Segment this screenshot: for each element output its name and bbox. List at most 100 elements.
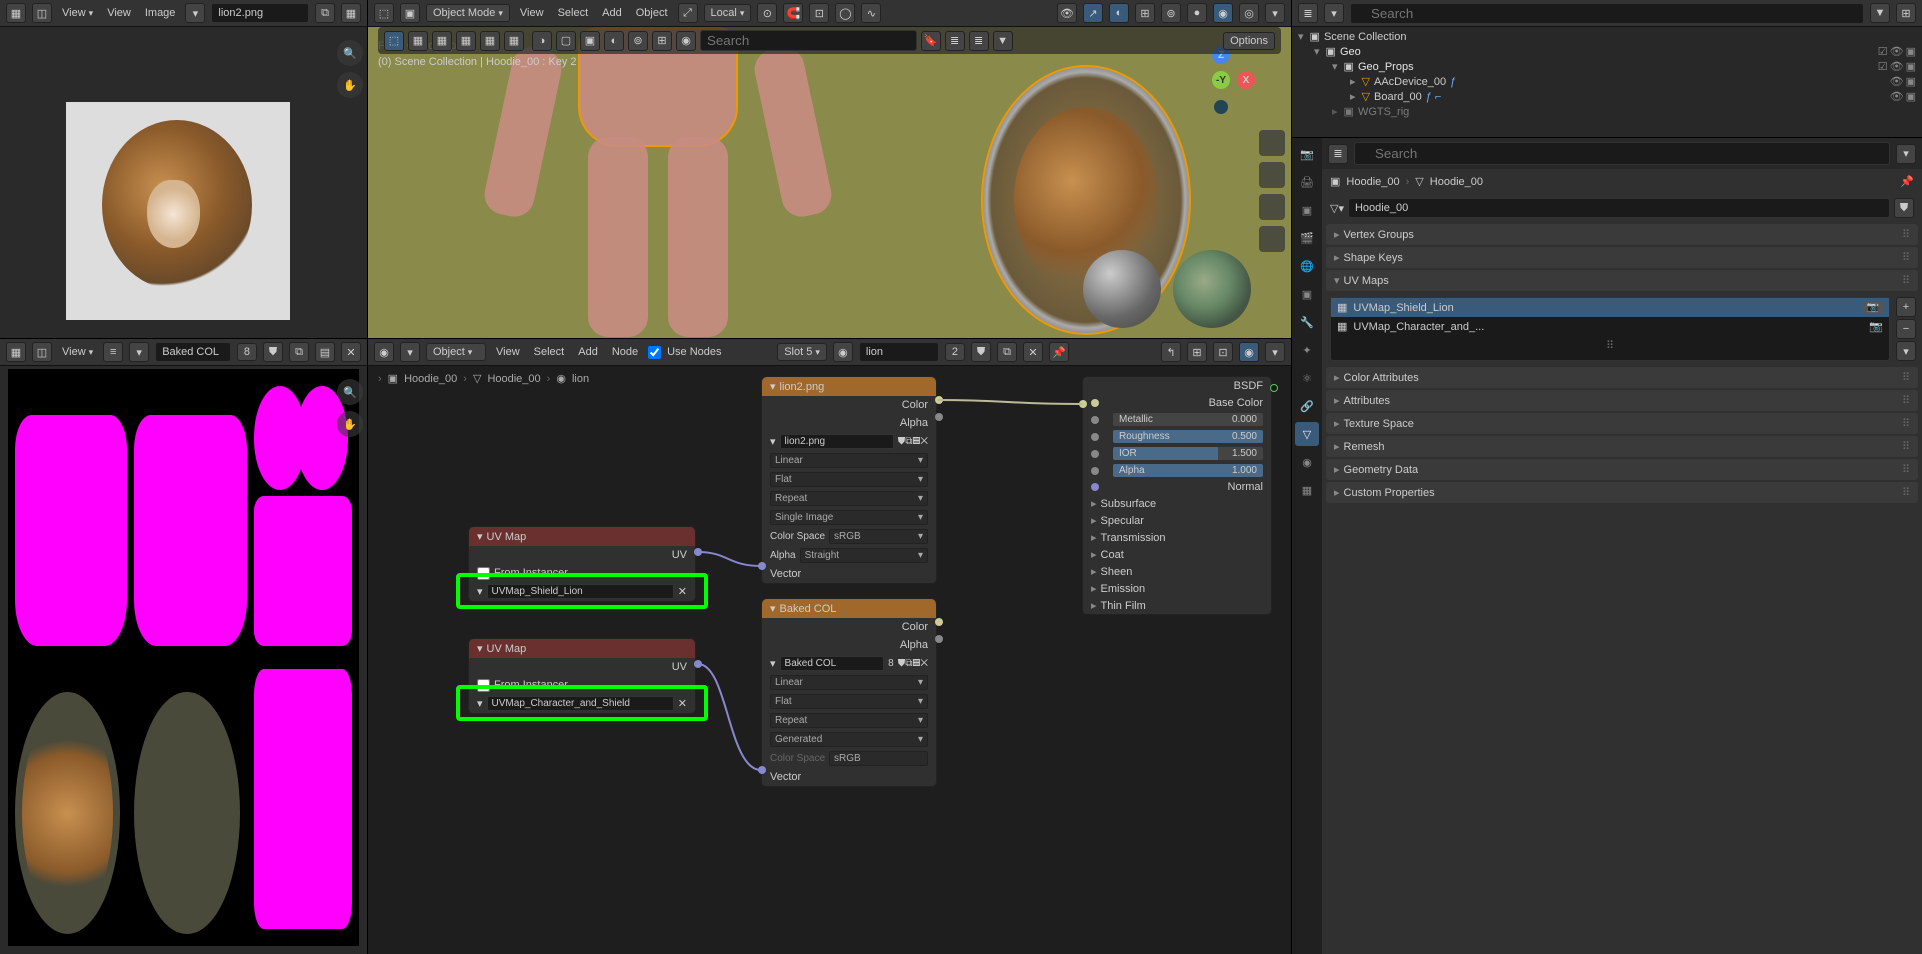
- uv-output-socket-2[interactable]: [694, 660, 702, 668]
- node-uvmap-2[interactable]: ▾UV Map UV From Instancer ▾UVMap_Charact…: [468, 638, 696, 714]
- prop-tab-world[interactable]: 🌐: [1295, 254, 1319, 278]
- outliner-item-wgtsrig[interactable]: ▣WGTS_rig: [1296, 104, 1918, 119]
- shading-solid-icon[interactable]: ●: [1187, 3, 1207, 23]
- menu-view-node[interactable]: View: [492, 346, 524, 358]
- parent-node-icon[interactable]: ↰: [1161, 342, 1181, 362]
- imgtex1-interp[interactable]: Linear: [770, 453, 928, 468]
- bsdf-basecolor-socket[interactable]: [1079, 400, 1087, 408]
- editor-type-image[interactable]: ▦: [6, 3, 26, 23]
- perspective-toggle-icon[interactable]: [1259, 226, 1285, 252]
- uv-mode-icon[interactable]: ◫: [32, 342, 52, 362]
- curve-icon[interactable]: ∿: [861, 3, 881, 23]
- prop-tab-output[interactable]: 🖨: [1295, 170, 1319, 194]
- remove-uvmap-button[interactable]: −: [1896, 319, 1916, 339]
- overlay-1[interactable]: ▢: [556, 31, 576, 51]
- select-tool-3[interactable]: ▦: [432, 31, 452, 51]
- uv-canvas[interactable]: [8, 369, 359, 946]
- proportional-icon[interactable]: ◯: [835, 3, 855, 23]
- select-tool-4[interactable]: ▦: [456, 31, 476, 51]
- menu-view-3d[interactable]: View: [516, 7, 548, 19]
- thinfilm-expand[interactable]: Thin Film: [1091, 599, 1146, 612]
- mode-dropdown[interactable]: Object Mode: [426, 4, 510, 22]
- emission-expand[interactable]: Emission: [1091, 582, 1145, 595]
- sheen-expand[interactable]: Sheen: [1091, 565, 1132, 578]
- overlay-3[interactable]: ◐: [604, 31, 624, 51]
- mesh-name-field[interactable]: Hoodie_00: [1348, 198, 1890, 218]
- prop-tab-particle[interactable]: ✦: [1295, 338, 1319, 362]
- uvmap-1-field[interactable]: UVMap_Shield_Lion: [487, 584, 674, 599]
- imgtex1-vector-socket[interactable]: [758, 562, 766, 570]
- prop-tab-scene[interactable]: 🎬: [1295, 226, 1319, 250]
- filter-vp-icon[interactable]: ▼: [993, 31, 1013, 51]
- wrench-vp-icon[interactable]: ≣: [969, 31, 989, 51]
- node-canvas[interactable]: ▾UV Map UV From Instancer ▾UVMap_Shield_…: [368, 366, 1291, 954]
- select-tool-6[interactable]: ▦: [504, 31, 524, 51]
- panel-vertex-groups[interactable]: Vertex Groups⠿: [1326, 224, 1918, 245]
- imgtex2-extension[interactable]: Repeat: [770, 713, 928, 728]
- material-name-field[interactable]: lion: [859, 342, 939, 362]
- shield-icon[interactable]: ⛊: [263, 342, 283, 362]
- pan-tool-uv-icon[interactable]: ✋: [337, 411, 363, 437]
- snap-icon[interactable]: 🧲: [783, 3, 803, 23]
- outliner-item-geo[interactable]: ▣Geo☑👁▣: [1296, 44, 1918, 59]
- prop-tab-material[interactable]: ◉: [1295, 450, 1319, 474]
- shading-wire-icon[interactable]: ⊚: [1161, 3, 1181, 23]
- imgtex2-interp[interactable]: Linear: [770, 675, 928, 690]
- dropdown-node-icon[interactable]: ▾: [1265, 342, 1285, 362]
- active-render-uvmap-icon[interactable]: 📷: [1863, 301, 1883, 314]
- overlay-node-icon[interactable]: ⊡: [1213, 342, 1233, 362]
- options-dropdown[interactable]: Options: [1223, 32, 1275, 50]
- menu-select-node[interactable]: Select: [530, 346, 569, 358]
- prop-tab-modifier[interactable]: 🔧: [1295, 310, 1319, 334]
- outliner-item-geoprops[interactable]: ▣Geo_Props☑👁▣: [1296, 59, 1918, 74]
- coat-expand[interactable]: Coat: [1091, 548, 1124, 561]
- prop-tab-render[interactable]: 📷: [1295, 142, 1319, 166]
- pin-icon[interactable]: 📌: [1049, 342, 1069, 362]
- uvmap-grip-icon[interactable]: ⠿: [1331, 336, 1889, 355]
- shading-material-icon[interactable]: ◉: [1213, 3, 1233, 23]
- select-tool-2[interactable]: ▦: [408, 31, 428, 51]
- zoom-tool-icon[interactable]: 🔍: [337, 40, 363, 66]
- node-image-texture-2[interactable]: ▾Baked COL Color Alpha ▾Baked COL8⛊⧉▤✕ L…: [761, 598, 937, 787]
- menu-view[interactable]: View: [58, 7, 97, 19]
- clear-x-icon[interactable]: ✕: [678, 585, 687, 598]
- image-name-field[interactable]: lion2.png: [211, 3, 309, 23]
- zoom-tool-uv-icon[interactable]: 🔍: [337, 379, 363, 405]
- outliner-item-board[interactable]: ▽Board_00ƒ ⌐👁▣: [1296, 89, 1918, 104]
- bsdf-output-socket[interactable]: [1270, 384, 1278, 392]
- copy-icon[interactable]: ⧉: [289, 342, 309, 362]
- select-tool-5[interactable]: ▦: [480, 31, 500, 51]
- imgtex1-projection[interactable]: Flat: [770, 472, 928, 487]
- outliner-scene-collection[interactable]: ▣Scene Collection: [1296, 29, 1918, 44]
- editor-type-3dview[interactable]: ⬚: [374, 3, 394, 23]
- subsurface-expand[interactable]: Subsurface: [1091, 497, 1156, 510]
- overlay-4[interactable]: ⊚: [628, 31, 648, 51]
- menu-add-3d[interactable]: Add: [598, 7, 626, 19]
- overlay-5[interactable]: ⊞: [652, 31, 672, 51]
- add-uvmap-button[interactable]: +: [1896, 297, 1916, 317]
- editor-type-outliner[interactable]: ≣: [1298, 3, 1318, 23]
- pan-tool-icon[interactable]: ✋: [337, 72, 363, 98]
- prop-tab-physics[interactable]: ⚛: [1295, 366, 1319, 390]
- panel-color-attributes[interactable]: Color Attributes⠿: [1326, 367, 1918, 388]
- imgtex1-alpha[interactable]: Straight: [800, 548, 928, 563]
- slot-dropdown[interactable]: Slot 5: [777, 343, 827, 361]
- image-datablock-uv-icon[interactable]: ▾: [129, 342, 149, 362]
- imgtex2-color-socket[interactable]: [935, 618, 943, 626]
- menu-view2[interactable]: View: [103, 7, 135, 19]
- uvmap-item-active[interactable]: ▦UVMap_Shield_Lion📷: [1331, 298, 1889, 317]
- panel-shape-keys[interactable]: Shape Keys⠿: [1326, 247, 1918, 268]
- uv-image-users[interactable]: 8: [237, 343, 257, 361]
- backdrop-icon[interactable]: ◉: [1239, 342, 1259, 362]
- alpha-slider[interactable]: Alpha1.000: [1113, 464, 1263, 477]
- visibility-eye-icon[interactable]: 👁: [1057, 3, 1077, 23]
- overlay-2[interactable]: ▣: [580, 31, 600, 51]
- uv-output-socket-1[interactable]: [694, 548, 702, 556]
- shield-node-icon[interactable]: ⛊: [971, 342, 991, 362]
- transmission-expand[interactable]: Transmission: [1091, 531, 1166, 544]
- properties-search[interactable]: [1354, 142, 1890, 165]
- outliner-item-aacdevice[interactable]: ▽AAcDevice_00ƒ👁▣: [1296, 74, 1918, 89]
- imgtex2-vector-socket[interactable]: [758, 766, 766, 774]
- menu-object-3d[interactable]: Object: [632, 7, 672, 19]
- transform-orientation-icon[interactable]: ⤢: [678, 3, 698, 23]
